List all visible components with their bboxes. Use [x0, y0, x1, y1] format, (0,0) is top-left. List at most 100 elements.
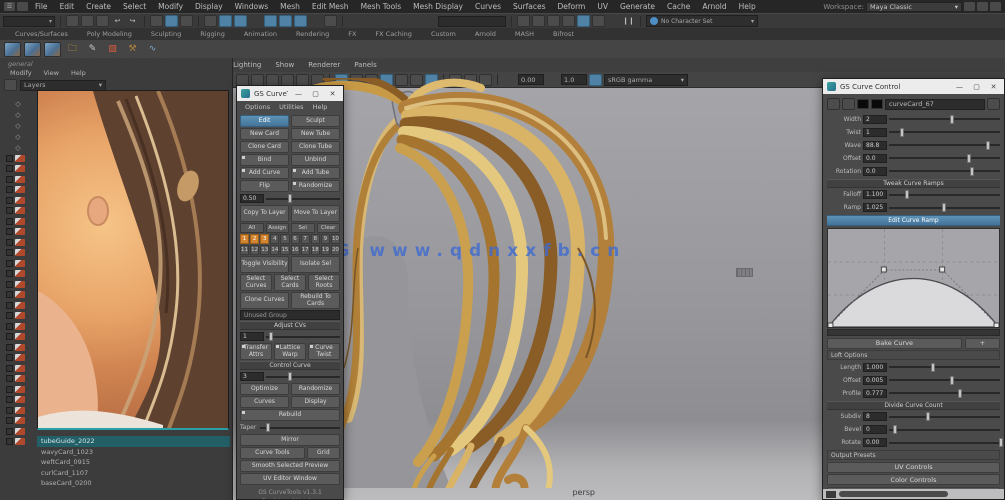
pin-icon[interactable] — [842, 98, 855, 110]
curve-ramp-graph[interactable] — [827, 228, 1000, 328]
marker-diamond-icon[interactable]: ◇ — [0, 142, 36, 153]
scene-icon[interactable] — [17, 2, 28, 11]
gs-curve-titlebar[interactable]: GS Curve Control — ▢ ✕ — [823, 79, 1004, 94]
shelf-tab-fx-caching[interactable]: FX Caching — [366, 30, 421, 38]
visibility-checkbox[interactable] — [6, 281, 13, 288]
vp-menu-lighting[interactable]: Lighting — [227, 61, 267, 69]
gs-main-titlebar[interactable]: GS CurveTools — ▢ ✕ — [237, 86, 343, 101]
twist-value[interactable]: 1 — [863, 128, 887, 137]
bend-slider[interactable] — [266, 198, 340, 200]
divider[interactable] — [640, 16, 641, 27]
vp-menu-show[interactable]: Show — [269, 61, 300, 69]
light-editor-icon[interactable] — [592, 15, 605, 27]
visibility-checkbox[interactable] — [6, 323, 13, 330]
layer-cell[interactable]: 7 — [301, 234, 310, 244]
ipr-render-icon[interactable] — [532, 15, 545, 27]
group-name-field[interactable]: Unused Group — [240, 310, 340, 320]
transfer-attrs-button[interactable]: Transfer Attrs — [240, 343, 272, 360]
layer-cell[interactable]: 19 — [321, 245, 330, 255]
visibility-checkbox[interactable] — [6, 438, 13, 445]
rigging-link-icon[interactable] — [393, 15, 406, 27]
mirror-button[interactable]: Mirror — [240, 434, 340, 446]
control-curve-slider[interactable] — [266, 376, 340, 378]
marker-diamond-icon[interactable]: ◇ — [0, 131, 36, 142]
layer-row[interactable] — [0, 164, 36, 175]
channel-box-toggle-icon[interactable] — [990, 2, 1001, 11]
layers-all-button[interactable]: All — [240, 223, 264, 233]
maximize-icon[interactable]: ▢ — [970, 83, 983, 91]
layer-row[interactable] — [0, 248, 36, 259]
vp-menu-renderer[interactable]: Renderer — [302, 61, 346, 69]
app-menu-icon[interactable]: ☰ — [4, 2, 15, 11]
color-controls-button[interactable]: Color Controls — [827, 474, 1000, 485]
width-slider[interactable] — [889, 118, 1000, 120]
layer-row[interactable] — [0, 290, 36, 301]
snapshot-icon[interactable] — [4, 79, 17, 91]
profile-value[interactable]: 0.777 — [863, 389, 887, 398]
menu-edit[interactable]: Edit — [55, 2, 80, 11]
layer-row[interactable] — [0, 405, 36, 416]
shelf-tab-fx[interactable]: FX — [339, 30, 365, 38]
color-swatch-primary[interactable] — [857, 99, 869, 109]
visibility-checkbox[interactable] — [6, 165, 13, 172]
curve-twist-button[interactable]: Curve Twist — [308, 343, 340, 360]
menu-windows[interactable]: Windows — [230, 2, 273, 11]
shelf-tab-mash[interactable]: MASH — [506, 30, 543, 38]
gs-menu-options[interactable]: Options — [241, 103, 274, 111]
layer-cell[interactable]: 10 — [331, 234, 340, 244]
bevel-value[interactable]: 0 — [863, 425, 887, 434]
rotate-value[interactable]: 0.00 — [863, 438, 887, 447]
uv-controls-button[interactable]: UV Controls — [827, 462, 1000, 473]
gs-menu-utilities[interactable]: Utilities — [275, 103, 307, 111]
layers-clear-button[interactable]: Clear — [317, 223, 341, 233]
shelf-item-folder-script[interactable]: 🗀 — [64, 42, 81, 57]
offset-value[interactable]: 0.0 — [863, 154, 887, 163]
quick-select-field[interactable] — [438, 16, 506, 27]
layer-name-row[interactable]: weftCard_0915 — [37, 457, 230, 468]
menu-help[interactable]: Help — [734, 2, 761, 11]
snap-projected-center-icon[interactable] — [249, 15, 262, 27]
shelf-tab-curves-surfaces[interactable]: Curves/Surfaces — [6, 30, 77, 38]
layer-row[interactable] — [0, 258, 36, 269]
visibility-checkbox[interactable] — [6, 228, 13, 235]
offset-slider[interactable] — [889, 157, 1000, 159]
layer-cell[interactable]: 9 — [321, 234, 330, 244]
menu-curves[interactable]: Curves — [470, 2, 506, 11]
control-curve-value[interactable]: 3 — [240, 372, 264, 381]
shelf-item-reference-3[interactable] — [44, 42, 61, 57]
layer-cell[interactable]: 4 — [270, 234, 279, 244]
menu-uv[interactable]: UV — [592, 2, 613, 11]
clone-card-button[interactable]: Clone Card — [240, 141, 289, 153]
shelf-item-reference-1[interactable] — [4, 42, 21, 57]
shelf-tab-poly-modeling[interactable]: Poly Modeling — [78, 30, 141, 38]
divider[interactable] — [198, 16, 199, 27]
curve-name-field[interactable]: curveCard_67 — [885, 99, 985, 110]
add-tube-button[interactable]: Add Tube — [291, 167, 340, 179]
menu-generate[interactable]: Generate — [615, 2, 660, 11]
layer-row[interactable] — [0, 216, 36, 227]
rotation-slider[interactable] — [889, 170, 1000, 172]
width-value[interactable]: 2 — [863, 115, 887, 124]
visibility-checkbox[interactable] — [6, 260, 13, 267]
visibility-checkbox[interactable] — [6, 176, 13, 183]
render-settings-icon[interactable] — [562, 15, 575, 27]
close-icon[interactable]: ✕ — [987, 83, 1000, 91]
select-cards-button[interactable]: Select Cards — [274, 274, 306, 291]
snap-view-plane-icon[interactable] — [264, 15, 277, 27]
layer-row[interactable] — [0, 353, 36, 364]
visibility-checkbox[interactable] — [6, 302, 13, 309]
minimize-icon[interactable]: — — [953, 83, 966, 91]
redo-icon[interactable]: ↪ — [126, 15, 139, 27]
layer-row[interactable] — [0, 153, 36, 164]
layer-row[interactable] — [0, 426, 36, 437]
shelf-tab-custom[interactable]: Custom — [422, 30, 465, 38]
layer-cell[interactable]: 14 — [270, 245, 279, 255]
rotate-slider[interactable] — [889, 442, 1000, 444]
grid-button[interactable]: Grid — [307, 447, 340, 459]
layer-row[interactable] — [0, 332, 36, 343]
make-live-icon[interactable] — [279, 15, 292, 27]
falloff-slider[interactable] — [889, 194, 1000, 196]
outliner-toggle-icon[interactable] — [964, 2, 975, 11]
twist-slider[interactable] — [889, 131, 1000, 133]
shelf-tab-arnold[interactable]: Arnold — [466, 30, 505, 38]
